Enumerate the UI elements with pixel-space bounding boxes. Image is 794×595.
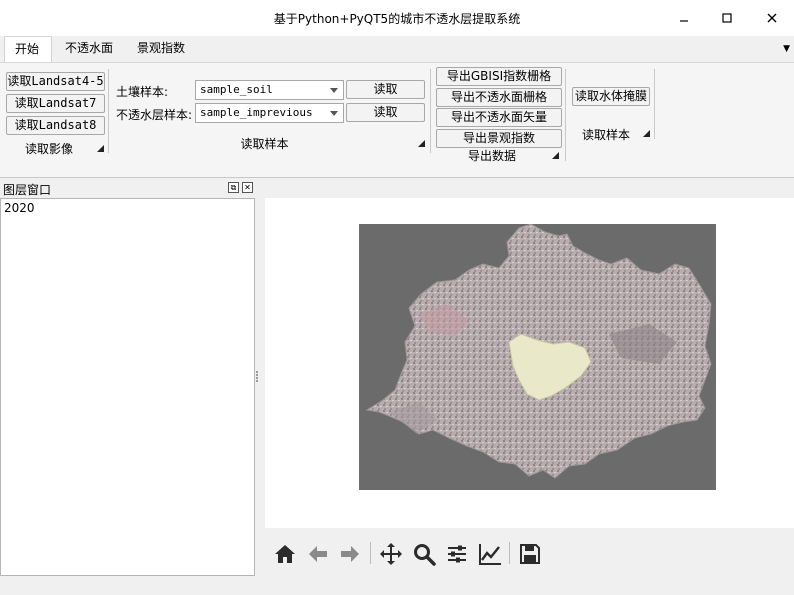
tab-landscape-index[interactable]: 景观指数 bbox=[127, 36, 195, 62]
read-impervious-sample-button[interactable]: 读取 bbox=[346, 103, 425, 122]
read-soil-sample-button[interactable]: 读取 bbox=[346, 80, 425, 99]
maximize-button[interactable] bbox=[713, 6, 741, 30]
group-separator bbox=[108, 69, 109, 153]
configure-subplots-icon[interactable] bbox=[445, 542, 469, 566]
group-expand-icon[interactable] bbox=[97, 145, 104, 152]
group-expand-icon[interactable] bbox=[418, 140, 425, 147]
group-title-read-sample: 读取样本 bbox=[240, 137, 289, 151]
city-region-image bbox=[365, 223, 712, 479]
layer-panel-title: 图层窗口 bbox=[3, 183, 52, 197]
soil-sample-value: sample_soil bbox=[200, 83, 273, 96]
ribbon-menu-arrow-icon[interactable]: ▼ bbox=[783, 44, 790, 54]
export-landscape-index-button[interactable]: 导出景观指数 bbox=[436, 129, 562, 148]
chevron-down-icon bbox=[330, 111, 338, 116]
layer-item[interactable]: 2020 bbox=[4, 201, 35, 215]
ribbon-tab-bar: 开始 不透水面 景观指数 ▼ bbox=[0, 36, 794, 62]
toolbar-separator bbox=[370, 542, 371, 564]
close-button[interactable] bbox=[758, 6, 786, 30]
read-landsat45-button[interactable]: 读取Landsat4-5 bbox=[6, 72, 105, 91]
minimize-icon bbox=[680, 20, 688, 22]
layer-panel-header: 图层窗口 ⧉ ✕ bbox=[0, 180, 256, 197]
close-panel-icon[interactable]: ✕ bbox=[242, 182, 253, 193]
splitter-handle[interactable] bbox=[256, 370, 259, 386]
close-icon bbox=[767, 13, 777, 23]
export-gbisi-raster-button[interactable]: 导出GBISI指数栅格 bbox=[436, 67, 562, 86]
export-impervious-vector-button[interactable]: 导出不透水面矢量 bbox=[436, 108, 562, 127]
float-panel-icon[interactable]: ⧉ bbox=[228, 182, 239, 193]
back-arrow-icon[interactable] bbox=[306, 542, 330, 566]
group-title-read-image: 读取影像 bbox=[24, 142, 73, 156]
layer-list[interactable]: 2020 bbox=[0, 198, 255, 576]
save-icon[interactable] bbox=[518, 542, 542, 566]
group-expand-icon[interactable] bbox=[552, 152, 559, 159]
tab-start[interactable]: 开始 bbox=[4, 36, 52, 62]
group-separator bbox=[430, 69, 431, 153]
forward-arrow-icon[interactable] bbox=[338, 542, 362, 566]
read-landsat7-button[interactable]: 读取Landsat7 bbox=[6, 94, 105, 113]
read-landsat8-button[interactable]: 读取Landsat8 bbox=[6, 116, 105, 135]
group-separator bbox=[654, 69, 655, 139]
impervious-sample-value: sample_imprevious bbox=[200, 106, 313, 119]
group-title-export-data: 导出数据 bbox=[467, 149, 516, 163]
edit-axis-icon[interactable] bbox=[478, 542, 502, 566]
ribbon-panel: 读取Landsat4-5 读取Landsat7 读取Landsat8 读取影像 … bbox=[0, 62, 794, 178]
group-title-water: 读取样本 bbox=[581, 128, 630, 142]
group-expand-icon[interactable] bbox=[643, 130, 650, 137]
read-water-mask-button[interactable]: 读取水体掩膜 bbox=[572, 87, 650, 106]
export-impervious-raster-button[interactable]: 导出不透水面栅格 bbox=[436, 88, 562, 107]
pan-icon[interactable] bbox=[379, 542, 403, 566]
navigation-toolbar bbox=[265, 528, 794, 578]
satellite-image bbox=[359, 223, 716, 490]
toolbar-separator bbox=[509, 542, 510, 564]
main-window: 基于Python+PyQT5的城市不透水层提取系统 开始 不透水面 景观指数 ▼… bbox=[0, 0, 794, 595]
impervious-sample-label: 不透水层样本: bbox=[116, 108, 193, 122]
home-icon[interactable] bbox=[273, 542, 297, 566]
tab-impervious[interactable]: 不透水面 bbox=[55, 36, 123, 62]
zoom-icon[interactable] bbox=[412, 542, 436, 566]
soil-sample-select[interactable]: sample_soil bbox=[195, 80, 344, 100]
minimize-button[interactable] bbox=[670, 6, 698, 30]
maximize-icon bbox=[722, 13, 732, 23]
chevron-down-icon bbox=[330, 88, 338, 93]
impervious-sample-select[interactable]: sample_imprevious bbox=[195, 103, 344, 123]
group-separator bbox=[565, 69, 566, 161]
title-bar: 基于Python+PyQT5的城市不透水层提取系统 bbox=[0, 0, 794, 36]
soil-sample-label: 土壤样本: bbox=[116, 85, 169, 99]
